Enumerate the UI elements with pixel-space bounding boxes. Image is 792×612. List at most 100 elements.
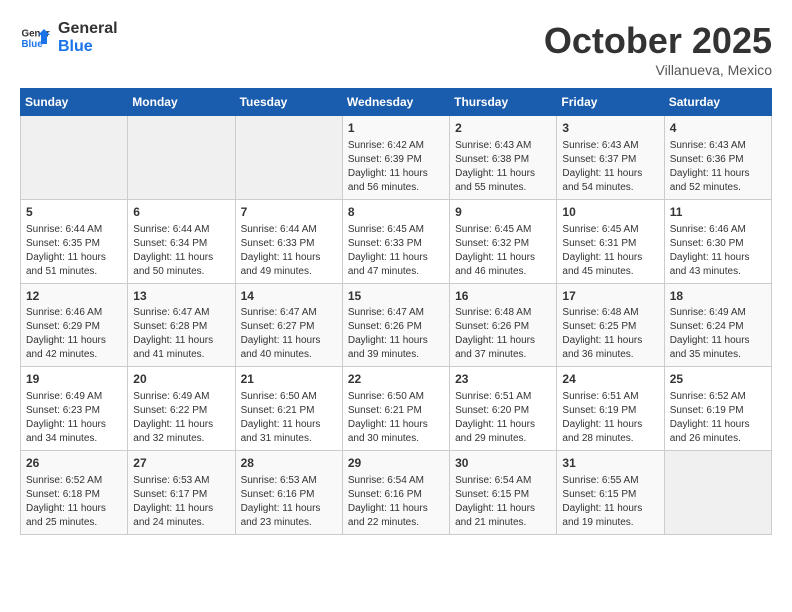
day-info: Sunset: 6:31 PM [562,237,658,251]
calendar-cell: 27Sunrise: 6:53 AMSunset: 6:17 PMDayligh… [128,451,235,535]
day-info: Sunset: 6:32 PM [455,237,551,251]
day-info: and 40 minutes. [241,348,337,362]
day-info: and 50 minutes. [133,265,229,279]
day-info: Daylight: 11 hours [348,167,444,181]
calendar-cell: 3Sunrise: 6:43 AMSunset: 6:37 PMDaylight… [557,116,664,200]
day-info: Daylight: 11 hours [348,251,444,265]
day-info: Daylight: 11 hours [26,251,122,265]
calendar-cell: 14Sunrise: 6:47 AMSunset: 6:27 PMDayligh… [235,283,342,367]
day-number: 12 [26,288,122,305]
calendar-cell: 23Sunrise: 6:51 AMSunset: 6:20 PMDayligh… [450,367,557,451]
day-info: Sunset: 6:29 PM [26,320,122,334]
day-number: 28 [241,455,337,472]
day-info: Sunset: 6:30 PM [670,237,766,251]
calendar-cell: 22Sunrise: 6:50 AMSunset: 6:21 PMDayligh… [342,367,449,451]
day-info: Sunrise: 6:54 AM [348,474,444,488]
day-info: Daylight: 11 hours [670,334,766,348]
day-number: 6 [133,204,229,221]
day-info: Daylight: 11 hours [455,418,551,432]
calendar-cell: 30Sunrise: 6:54 AMSunset: 6:15 PMDayligh… [450,451,557,535]
day-info: and 26 minutes. [670,432,766,446]
calendar-week-row: 5Sunrise: 6:44 AMSunset: 6:35 PMDaylight… [21,199,772,283]
calendar-cell: 5Sunrise: 6:44 AMSunset: 6:35 PMDaylight… [21,199,128,283]
day-info: Sunrise: 6:50 AM [241,390,337,404]
day-number: 10 [562,204,658,221]
day-info: Sunrise: 6:52 AM [26,474,122,488]
calendar-cell: 11Sunrise: 6:46 AMSunset: 6:30 PMDayligh… [664,199,771,283]
day-number: 18 [670,288,766,305]
day-number: 31 [562,455,658,472]
day-number: 29 [348,455,444,472]
day-info: and 28 minutes. [562,432,658,446]
day-info: Sunset: 6:26 PM [455,320,551,334]
day-number: 15 [348,288,444,305]
calendar-cell: 31Sunrise: 6:55 AMSunset: 6:15 PMDayligh… [557,451,664,535]
day-info: and 23 minutes. [241,516,337,530]
day-number: 26 [26,455,122,472]
day-number: 19 [26,371,122,388]
day-info: Daylight: 11 hours [670,167,766,181]
day-info: Daylight: 11 hours [455,502,551,516]
day-info: and 34 minutes. [26,432,122,446]
logo-text-line1: General [58,20,118,38]
calendar-cell: 17Sunrise: 6:48 AMSunset: 6:25 PMDayligh… [557,283,664,367]
day-number: 5 [26,204,122,221]
day-info: and 42 minutes. [26,348,122,362]
day-info: Sunrise: 6:53 AM [241,474,337,488]
calendar-cell: 20Sunrise: 6:49 AMSunset: 6:22 PMDayligh… [128,367,235,451]
day-info: Sunset: 6:27 PM [241,320,337,334]
day-info: Daylight: 11 hours [241,334,337,348]
day-info: Daylight: 11 hours [562,418,658,432]
day-info: Daylight: 11 hours [562,167,658,181]
day-info: and 45 minutes. [562,265,658,279]
day-info: Sunrise: 6:48 AM [562,306,658,320]
day-number: 16 [455,288,551,305]
col-header-wednesday: Wednesday [342,89,449,116]
location-subtitle: Villanueva, Mexico [544,62,772,78]
day-info: and 47 minutes. [348,265,444,279]
day-info: and 29 minutes. [455,432,551,446]
calendar-cell: 16Sunrise: 6:48 AMSunset: 6:26 PMDayligh… [450,283,557,367]
day-info: Daylight: 11 hours [241,418,337,432]
day-info: Sunset: 6:37 PM [562,153,658,167]
col-header-friday: Friday [557,89,664,116]
day-info: and 35 minutes. [670,348,766,362]
day-info: Sunrise: 6:44 AM [26,223,122,237]
day-info: Daylight: 11 hours [455,167,551,181]
col-header-monday: Monday [128,89,235,116]
day-info: and 25 minutes. [26,516,122,530]
calendar-cell [128,116,235,200]
day-info: Sunrise: 6:51 AM [455,390,551,404]
day-number: 21 [241,371,337,388]
day-info: Sunrise: 6:46 AM [670,223,766,237]
day-number: 20 [133,371,229,388]
day-info: and 52 minutes. [670,181,766,195]
day-info: Daylight: 11 hours [241,251,337,265]
day-info: Sunset: 6:21 PM [348,404,444,418]
calendar-week-row: 26Sunrise: 6:52 AMSunset: 6:18 PMDayligh… [21,451,772,535]
day-info: Sunset: 6:28 PM [133,320,229,334]
day-info: and 21 minutes. [455,516,551,530]
logo-text-line2: Blue [58,38,118,56]
day-info: Sunrise: 6:47 AM [241,306,337,320]
day-number: 4 [670,120,766,137]
day-info: and 54 minutes. [562,181,658,195]
day-info: Daylight: 11 hours [348,502,444,516]
calendar-cell: 7Sunrise: 6:44 AMSunset: 6:33 PMDaylight… [235,199,342,283]
day-info: Sunset: 6:19 PM [670,404,766,418]
day-info: and 56 minutes. [348,181,444,195]
day-info: Sunrise: 6:49 AM [133,390,229,404]
day-info: and 22 minutes. [348,516,444,530]
day-info: Sunrise: 6:43 AM [670,139,766,153]
calendar-cell: 13Sunrise: 6:47 AMSunset: 6:28 PMDayligh… [128,283,235,367]
day-info: Daylight: 11 hours [26,418,122,432]
day-info: and 46 minutes. [455,265,551,279]
day-info: and 30 minutes. [348,432,444,446]
day-info: Sunrise: 6:54 AM [455,474,551,488]
day-info: Sunrise: 6:50 AM [348,390,444,404]
calendar-cell: 19Sunrise: 6:49 AMSunset: 6:23 PMDayligh… [21,367,128,451]
day-info: and 37 minutes. [455,348,551,362]
day-info: Daylight: 11 hours [670,418,766,432]
day-info: Sunset: 6:24 PM [670,320,766,334]
calendar-cell: 1Sunrise: 6:42 AMSunset: 6:39 PMDaylight… [342,116,449,200]
